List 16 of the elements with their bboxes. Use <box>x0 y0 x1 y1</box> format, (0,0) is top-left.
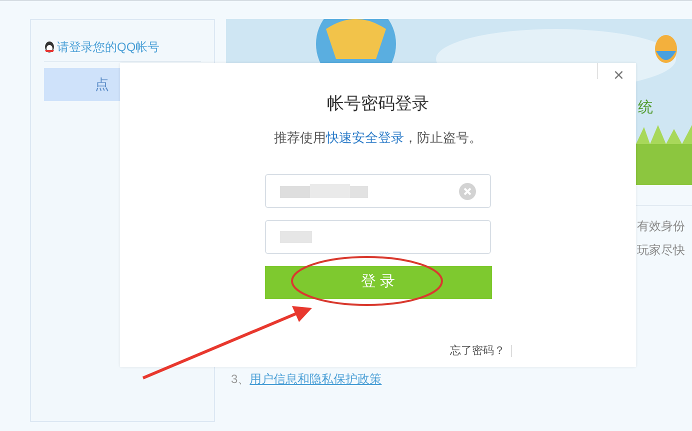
username-field[interactable] <box>265 174 491 208</box>
close-button[interactable]: × <box>613 65 624 85</box>
sidebar-title: 请登录您的QQ帐号 <box>57 39 160 56</box>
dialog-hint: 推荐使用快速安全登录，防止盗号。 <box>274 128 482 146</box>
clear-icon[interactable] <box>459 182 476 200</box>
forgot-password-link[interactable]: 忘了密码？ <box>450 342 505 359</box>
policy-link[interactable]: 用户信息和隐私保护政策 <box>250 370 382 388</box>
notice-text: 玩家尽快 <box>637 242 686 259</box>
penguin-icon <box>44 41 55 53</box>
banner-caption: 统 <box>638 98 653 118</box>
notice-text: 有效身份 <box>637 218 686 235</box>
quick-login-link[interactable]: 快速安全登录 <box>326 130 404 144</box>
password-field[interactable] <box>265 220 491 254</box>
list-number: 3、 <box>231 371 250 388</box>
redaction-drawing <box>280 231 312 243</box>
dialog-title: 帐号密码登录 <box>327 93 429 115</box>
